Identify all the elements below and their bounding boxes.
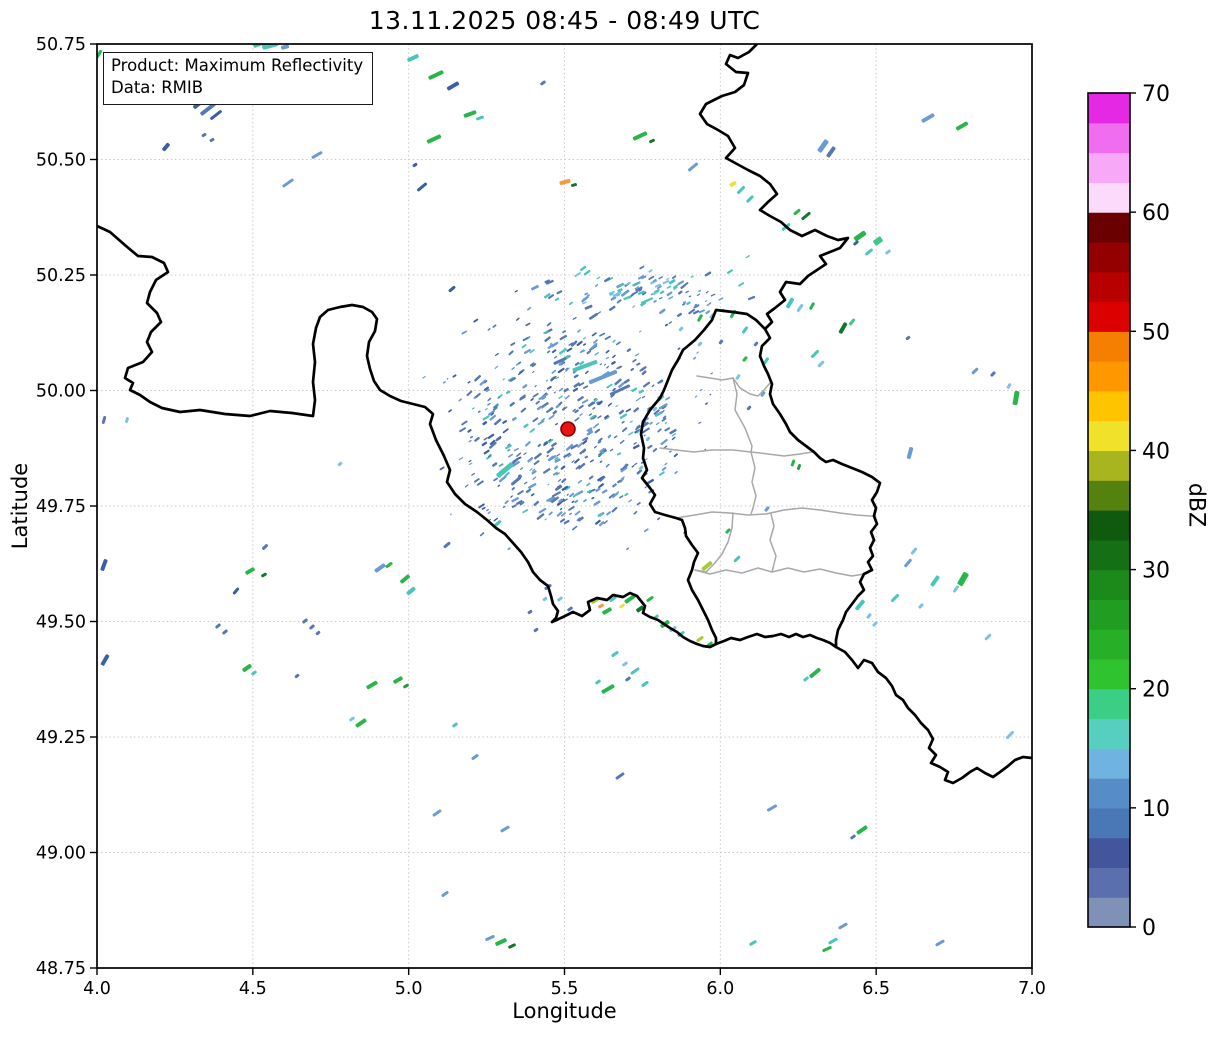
x-tick-label: 4.0 [83, 979, 111, 999]
radar-figure: 4.0 4.5 5.0 5.5 6.0 6.5 7.0 50.75 50.50 50.25 50.0… [0, 0, 1219, 1040]
x-tick-label: 5.0 [395, 979, 423, 999]
y-axis-label: Latitude [8, 462, 32, 550]
colorbar-tick-label: 40 [1142, 439, 1170, 464]
y-tick-label: 49.50 [36, 613, 86, 633]
y-tick-label: 50.50 [36, 151, 86, 171]
map-plot-area [97, 44, 1032, 968]
colorbar-tick-label: 60 [1142, 201, 1170, 226]
figure-title: 13.11.2025 08:45 - 08:49 UTC [368, 6, 761, 35]
x-tick-label: 7.0 [1018, 979, 1046, 999]
y-tick-label: 49.00 [36, 844, 86, 864]
x-axis-label: Longitude [512, 999, 617, 1023]
clutter-speckle-clusters [422, 255, 756, 550]
y-tick-label: 49.25 [36, 728, 86, 748]
x-axis-ticks: 4.0 4.5 5.0 5.5 6.0 6.5 7.0 [83, 968, 1046, 999]
y-tick-label: 50.75 [36, 35, 86, 55]
product-info-box: Product: Maximum Reflectivity Data: RMIB [103, 52, 374, 106]
y-axis-ticks: 50.75 50.50 50.25 50.00 49.75 49.50 49.25 49.00… [36, 35, 97, 979]
x-tick-label: 5.5 [551, 979, 579, 999]
product-line: Product: Maximum Reflectivity [111, 56, 364, 75]
y-tick-label: 50.00 [36, 382, 86, 402]
colorbar-label: dBZ [1183, 482, 1209, 528]
colorbar-tick-label: 0 [1142, 916, 1156, 941]
y-tick-label: 50.25 [36, 266, 86, 286]
colorbar-tick-label: 30 [1142, 559, 1170, 584]
x-tick-label: 6.0 [706, 979, 734, 999]
map-canvas: 4.0 4.5 5.0 5.5 6.0 6.5 7.0 50.75 50.50 50.25 50.0… [36, 35, 1170, 999]
colorbar-tick-label: 20 [1142, 678, 1170, 703]
radar-echo-streaks [97, 44, 1020, 953]
colorbar-tick-label: 50 [1142, 320, 1170, 345]
colorbar-tick-label: 70 [1142, 82, 1170, 107]
x-tick-label: 4.5 [239, 979, 267, 999]
data-source-line: Data: RMIB [111, 78, 204, 98]
colorbar-tick-label: 10 [1142, 797, 1170, 822]
x-tick-label: 6.5 [862, 979, 890, 999]
radar-site-marker [560, 421, 576, 437]
y-tick-label: 48.75 [36, 959, 86, 979]
y-tick-label: 49.75 [36, 497, 86, 517]
colorbar: 0 10 20 30 40 50 60 70 [1087, 82, 1170, 941]
